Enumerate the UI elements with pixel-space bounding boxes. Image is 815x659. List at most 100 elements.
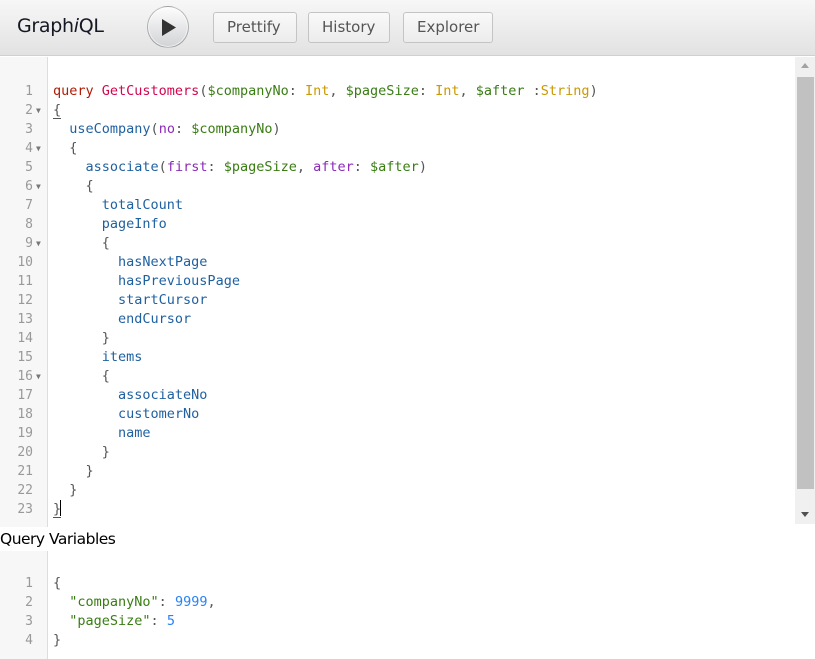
app-title: GraphiQL bbox=[17, 15, 104, 37]
code-line[interactable]: 1{ bbox=[0, 574, 795, 593]
code-token: first bbox=[166, 159, 208, 175]
code-line[interactable]: 10 hasNextPage bbox=[0, 253, 795, 272]
line-number: 13 bbox=[17, 312, 33, 327]
code-line[interactable]: 22 } bbox=[0, 481, 795, 500]
code-text: } bbox=[53, 631, 61, 650]
code-line[interactable]: 3 "pageSize": 5 bbox=[0, 612, 795, 631]
code-token: startCursor bbox=[118, 292, 208, 308]
scrollbar-thumb[interactable] bbox=[797, 77, 814, 489]
code-token: ( bbox=[158, 159, 167, 175]
scroll-up-arrow-icon[interactable] bbox=[795, 57, 815, 75]
variables-editor[interactable]: 1{2 "companyNo": 9999, 3 "pageSize": 5 4} bbox=[0, 524, 815, 659]
code-text: { bbox=[53, 574, 61, 593]
code-token: endCursor bbox=[118, 311, 192, 327]
code-line[interactable]: 7 totalCount bbox=[0, 196, 795, 215]
code-token: , bbox=[329, 83, 346, 99]
line-number: 1 bbox=[25, 84, 33, 99]
code-line[interactable]: 9 ▼ { bbox=[0, 234, 795, 253]
fold-arrow-icon[interactable]: ▼ bbox=[36, 234, 41, 253]
line-number: 8 bbox=[25, 217, 33, 232]
prettify-button[interactable]: Prettify bbox=[213, 12, 297, 43]
query-variables-title[interactable]: Query Variables bbox=[0, 527, 118, 551]
code-token: name bbox=[118, 425, 151, 441]
code-line[interactable]: 21 } bbox=[0, 462, 795, 481]
code-line[interactable]: 19 name bbox=[0, 424, 795, 443]
fold-arrow-icon[interactable]: ▼ bbox=[36, 367, 41, 386]
code-line[interactable]: 11 hasPreviousPage bbox=[0, 272, 795, 291]
code-token: } bbox=[53, 444, 110, 460]
code-token: : bbox=[174, 121, 192, 137]
code-text: "companyNo": 9999, bbox=[53, 593, 216, 612]
editor-scrollbar[interactable] bbox=[795, 57, 815, 524]
code-token: } bbox=[53, 463, 94, 479]
code-token: : bbox=[524, 83, 541, 99]
code-line[interactable]: 2 ▼ { bbox=[0, 101, 795, 120]
code-token: , bbox=[207, 594, 216, 610]
code-line[interactable]: 18 customerNo bbox=[0, 405, 795, 424]
code-text: endCursor bbox=[53, 310, 191, 329]
code-line[interactable]: 14 } bbox=[0, 329, 795, 348]
code-line[interactable]: 20 } bbox=[0, 443, 795, 462]
line-number: 7 bbox=[25, 198, 33, 213]
code-text: customerNo bbox=[53, 405, 199, 424]
query-code-lines[interactable]: 1 query GetCustomers($companyNo: Int, $pa… bbox=[0, 82, 795, 519]
fold-arrow-icon[interactable]: ▼ bbox=[36, 101, 41, 120]
code-line[interactable]: 23} bbox=[0, 500, 795, 519]
code-line[interactable]: 1 query GetCustomers($companyNo: Int, $pa… bbox=[0, 82, 795, 101]
code-line[interactable]: 2 "companyNo": 9999, bbox=[0, 593, 795, 612]
code-token: } bbox=[53, 482, 78, 498]
code-line[interactable]: 16 ▼ { bbox=[0, 367, 795, 386]
line-number: 20 bbox=[17, 445, 33, 460]
code-text: hasPreviousPage bbox=[53, 272, 240, 291]
code-line[interactable]: 12 startCursor bbox=[0, 291, 795, 310]
code-line[interactable]: 4} bbox=[0, 631, 795, 650]
line-number: 1 bbox=[25, 576, 33, 591]
code-token: ) bbox=[589, 83, 598, 99]
history-button[interactable]: History bbox=[308, 12, 390, 43]
title-suffix: QL bbox=[78, 15, 104, 37]
code-text: useCompany(no: $companyNo) bbox=[53, 120, 281, 139]
code-token: after bbox=[313, 159, 354, 175]
code-line[interactable]: 6 ▼ { bbox=[0, 177, 795, 196]
code-token: "companyNo" bbox=[69, 594, 159, 610]
line-number: 21 bbox=[17, 464, 33, 479]
fold-arrow-icon[interactable]: ▼ bbox=[36, 139, 41, 158]
code-token: totalCount bbox=[101, 197, 184, 213]
code-line[interactable]: 5 associate(first: $pageSize, after: $af… bbox=[0, 158, 795, 177]
code-line[interactable]: 8 pageInfo bbox=[0, 215, 795, 234]
title-prefix: Graph bbox=[17, 15, 74, 37]
line-number: 16 bbox=[17, 369, 33, 384]
execute-query-button[interactable] bbox=[147, 6, 189, 48]
query-editor[interactable]: 1 query GetCustomers($companyNo: Int, $pa… bbox=[0, 57, 815, 524]
code-token: ( bbox=[150, 121, 159, 137]
code-line[interactable]: 17 associateNo bbox=[0, 386, 795, 405]
fold-arrow-icon[interactable]: ▼ bbox=[36, 177, 41, 196]
code-line[interactable]: 3 useCompany(no: $companyNo) bbox=[0, 120, 795, 139]
code-token: associate bbox=[85, 159, 159, 175]
variables-code-lines[interactable]: 1{2 "companyNo": 9999, 3 "pageSize": 5 4} bbox=[0, 574, 795, 650]
code-token: GetCustomers bbox=[101, 83, 200, 99]
code-line[interactable]: 4 ▼ { bbox=[0, 139, 795, 158]
code-text: } bbox=[53, 462, 94, 481]
code-line[interactable]: 15 items bbox=[0, 348, 795, 367]
code-token: : bbox=[158, 594, 175, 610]
line-number: 4 bbox=[25, 633, 33, 648]
code-text: { bbox=[53, 101, 62, 120]
scroll-down-arrow-icon[interactable] bbox=[795, 506, 815, 524]
code-token: 9999 bbox=[174, 594, 208, 610]
code-token: { bbox=[53, 368, 110, 384]
code-text: { bbox=[53, 234, 110, 253]
code-text: startCursor bbox=[53, 291, 207, 310]
line-number: 2 bbox=[25, 595, 33, 610]
code-text: } bbox=[53, 329, 110, 348]
line-number: 17 bbox=[17, 388, 33, 403]
code-line[interactable]: 13 endCursor bbox=[0, 310, 795, 329]
explorer-button[interactable]: Explorer bbox=[403, 12, 493, 43]
code-token: ) bbox=[272, 121, 281, 137]
code-text: } bbox=[53, 443, 110, 462]
